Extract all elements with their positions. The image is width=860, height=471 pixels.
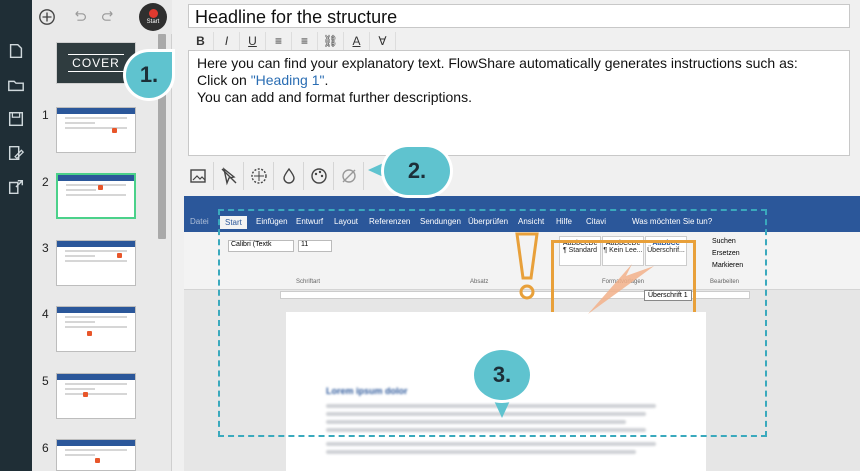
thumbnail-6[interactable] [56,439,136,471]
no-highlight-icon[interactable] [334,162,364,190]
cover-thumbnail[interactable]: COVER [56,42,136,84]
bold-button[interactable]: B [188,32,214,50]
thumb-number: 1 [42,108,49,122]
exclamation-icon [515,232,539,300]
thumb-number: 6 [42,441,49,455]
heading-link[interactable]: "Heading 1" [251,72,325,88]
undo-icon[interactable] [68,6,90,28]
replace-image-icon[interactable] [184,162,214,190]
thumbnail-5[interactable] [56,373,136,419]
blur-drop-icon[interactable] [274,162,304,190]
clear-format-button[interactable]: ∀ [370,32,396,50]
palette-icon[interactable] [304,162,334,190]
thumbnail-4[interactable] [56,306,136,352]
description-line-2: Click on "Heading 1". [197,72,329,88]
description-editor[interactable]: Here you can find your explanatory text.… [188,50,850,156]
save-icon[interactable] [5,108,27,130]
thumb-number: 3 [42,241,49,255]
thumbnail-3[interactable] [56,240,136,286]
thumb-number: 4 [42,307,49,321]
arrow-icon [588,264,654,314]
new-document-icon[interactable] [5,40,27,62]
thumbnail-2-selected[interactable] [56,173,136,219]
start-label: Start [146,19,160,25]
italic-button[interactable]: I [214,32,240,50]
word-tab: Datei [190,217,209,226]
bullet-list-button[interactable]: ≡ [292,32,318,50]
hide-cursor-icon[interactable] [214,162,244,190]
left-rail [0,0,32,471]
callout-1: 1. [126,52,172,98]
format-toolbar: B I U ≡ ≡ ⛓ A ∀ [188,32,396,50]
underline-button[interactable]: U [240,32,266,50]
callout-2: 2. [384,147,450,195]
callout-3: 3. [474,350,530,400]
crop-zoom-icon[interactable] [244,162,274,190]
font-color-button[interactable]: A [344,32,370,50]
thumb-number: 5 [42,374,49,388]
cover-label: COVER [68,54,124,72]
start-recording-button[interactable]: Start [139,3,167,31]
description-line-3: You can add and format further descripti… [197,89,472,105]
add-icon[interactable] [36,6,58,28]
thumb-number: 2 [42,175,49,189]
edit-document-icon[interactable] [5,142,27,164]
redo-icon[interactable] [98,6,120,28]
open-folder-icon[interactable] [5,74,27,96]
numbered-list-button[interactable]: ≡ [266,32,292,50]
thumbnail-topbar: Start [32,0,172,34]
image-toolbar [184,162,364,190]
thumbnail-1[interactable] [56,107,136,153]
export-icon[interactable] [5,176,27,198]
description-line-1: Here you can find your explanatory text.… [197,55,798,71]
record-icon [148,9,158,18]
headline-input[interactable]: Headline for the structure [188,4,850,28]
link-button[interactable]: ⛓ [318,32,344,50]
